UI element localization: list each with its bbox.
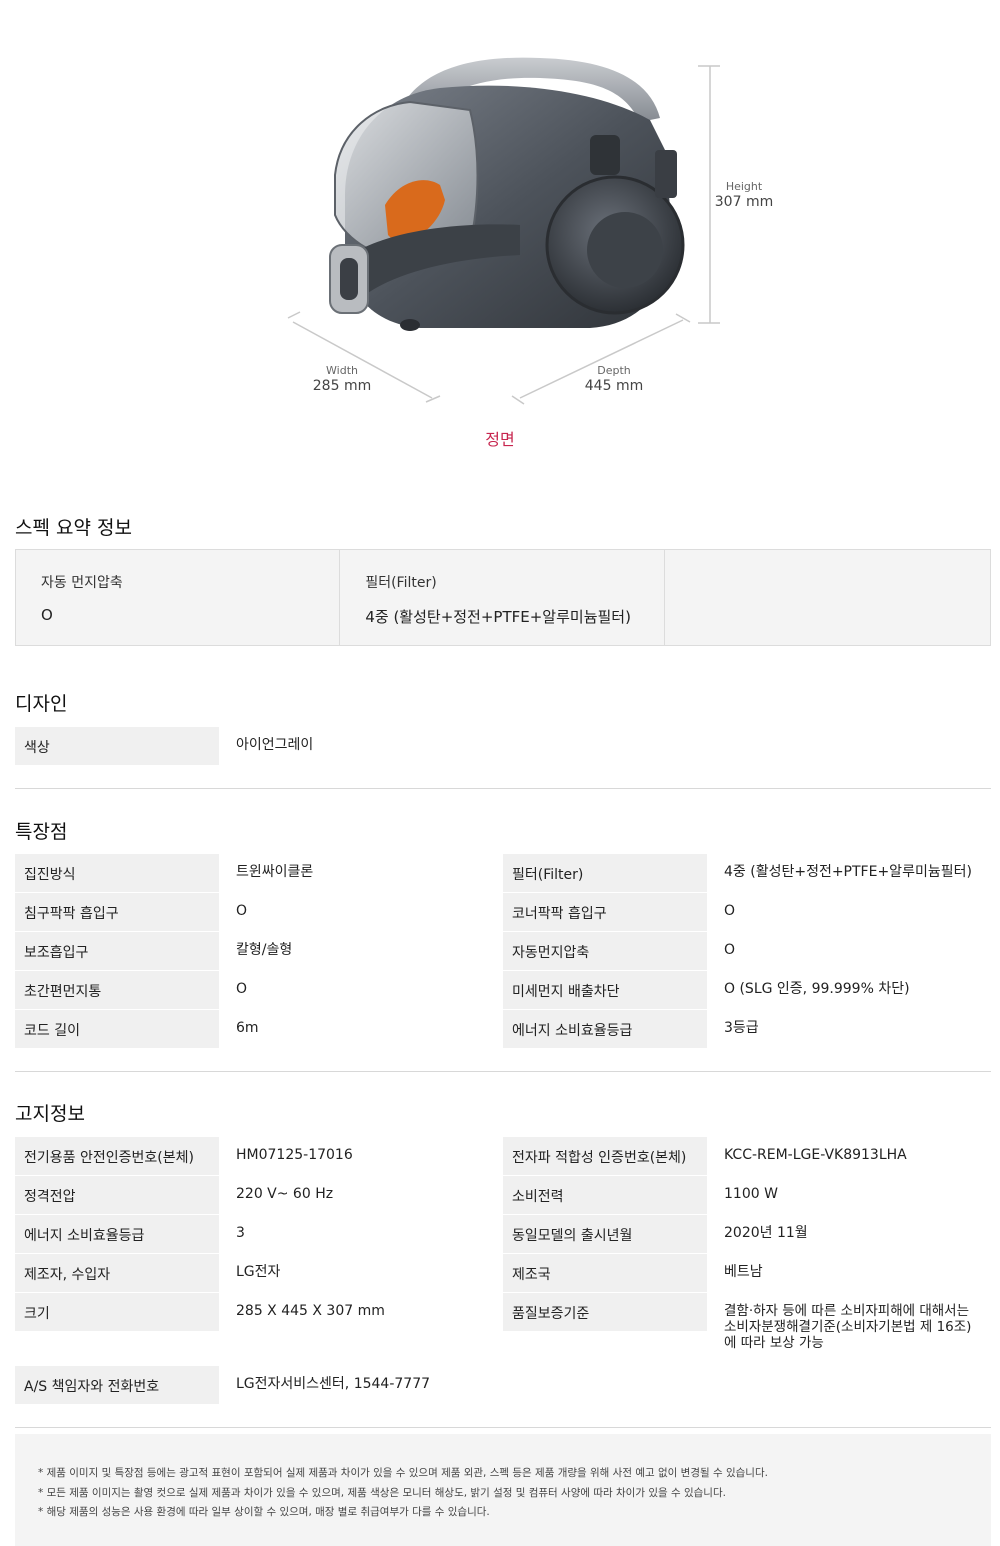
spec-label: 집진방식 xyxy=(15,854,219,892)
spec-label: 정격전압 xyxy=(15,1176,219,1214)
spec-row: 제조자, 수입자 LG전자 xyxy=(15,1254,502,1292)
spec-label: 제조자, 수입자 xyxy=(15,1254,219,1292)
spec-row: 코드 길이 6m xyxy=(15,1010,502,1048)
spec-value: 3 xyxy=(236,1225,245,1241)
spec-label: 자동먼지압축 xyxy=(503,932,707,970)
section-divider xyxy=(15,1071,991,1072)
section-divider xyxy=(15,788,991,789)
spec-row: 집진방식 트윈싸이클론 xyxy=(15,854,502,892)
spec-row: 미세먼지 배출차단 O (SLG 인증, 99.999% 차단) xyxy=(503,971,990,1009)
spec-value: O xyxy=(236,981,248,997)
spec-row: 제조국 베트남 xyxy=(503,1254,990,1292)
summary-value: O xyxy=(41,606,53,624)
product-figure: Height 307 mm Width 285 mm Depth 445 mm … xyxy=(0,0,1000,470)
spec-label: 품질보증기준 xyxy=(503,1293,707,1331)
width-label: Width 285 mm xyxy=(302,364,382,394)
spec-value: 칼형/솔형 xyxy=(236,942,293,958)
spec-value: 3등급 xyxy=(724,1020,759,1036)
summary-label: 필터(Filter) xyxy=(365,575,437,591)
disclaimer-box: 제품 이미지 및 특장점 등에는 광고적 표현이 포함되어 실제 제품과 차이가… xyxy=(15,1434,991,1546)
spec-value: LG전자 xyxy=(236,1264,281,1280)
spec-label: 색상 xyxy=(15,727,219,765)
spec-label: 보조흡입구 xyxy=(15,932,219,970)
spec-row: 에너지 소비효율등급 3등급 xyxy=(503,1010,990,1048)
view-label: 정면 xyxy=(485,430,515,449)
spec-row: 색상 아이언그레이 xyxy=(15,727,502,765)
summary-cell-empty xyxy=(665,550,990,645)
spec-value: 베트남 xyxy=(724,1264,763,1280)
spec-value: O xyxy=(236,903,248,919)
summary-value: 4중 (활성탄+정전+PTFE+알루미늄필터) xyxy=(365,608,631,626)
spec-value: 아이언그레이 xyxy=(236,737,314,753)
spec-row: 품질보증기준 결함·하자 등에 따른 소비자피해에 대해서는 소비자분쟁해결기준… xyxy=(503,1293,977,1355)
spec-value: O xyxy=(724,903,736,919)
depth-caption: Depth xyxy=(597,364,631,377)
spec-label: 에너지 소비효율등급 xyxy=(15,1215,219,1253)
spec-label: 코너팍팍 흡입구 xyxy=(503,893,707,931)
disclaimer-item: 제품 이미지 및 특장점 등에는 광고적 표현이 포함되어 실제 제품과 차이가… xyxy=(38,1464,991,1484)
disclaimer-item: 해당 제품의 성능은 사용 환경에 따라 일부 상이할 수 있으며, 매장 별로… xyxy=(38,1503,991,1523)
spec-value: LG전자서비스센터, 1544-7777 xyxy=(236,1376,431,1392)
spec-value: 220 V~ 60 Hz xyxy=(236,1186,334,1202)
height-label: Height 307 mm xyxy=(708,180,780,210)
width-caption: Width xyxy=(326,364,358,377)
design-title: 디자인 xyxy=(15,693,68,715)
spec-value: 결함·하자 등에 따른 소비자피해에 대해서는 소비자분쟁해결기준(소비자기본법… xyxy=(724,1303,972,1351)
section-divider xyxy=(15,1427,991,1428)
spec-label: 미세먼지 배출차단 xyxy=(503,971,707,1009)
spec-label: 제조국 xyxy=(503,1254,707,1292)
spec-row: 소비전력 1100 W xyxy=(503,1176,990,1214)
spec-row: 자동먼지압축 O xyxy=(503,932,990,970)
height-caption: Height xyxy=(725,180,763,193)
summary-cell: 필터(Filter) 4중 (활성탄+정전+PTFE+알루미늄필터) xyxy=(340,550,665,645)
spec-row: 전자파 적합성 인증번호(본체) KCC-REM-LGE-VK8913LHA xyxy=(503,1137,990,1175)
spec-value: O xyxy=(724,942,736,958)
spec-label: 에너지 소비효율등급 xyxy=(503,1010,707,1048)
spec-row: 침구팍팍 흡입구 O xyxy=(15,893,502,931)
spec-value: O (SLG 인증, 99.999% 차단) xyxy=(724,981,910,997)
notice-info-title: 고지정보 xyxy=(15,1103,85,1125)
spec-label: 소비전력 xyxy=(503,1176,707,1214)
spec-row: 보조흡입구 칼형/솔형 xyxy=(15,932,502,970)
summary-cell: 자동 먼지압축 O xyxy=(16,550,341,645)
spec-label: 동일모델의 출시년월 xyxy=(503,1215,707,1253)
spec-label: 전기용품 안전인증번호(본체) xyxy=(15,1137,219,1175)
spec-row: 초간편먼지통 O xyxy=(15,971,502,1009)
spec-label: 전자파 적합성 인증번호(본체) xyxy=(503,1137,707,1175)
spec-row: 코너팍팍 흡입구 O xyxy=(503,893,990,931)
spec-value: 4중 (활성탄+정전+PTFE+알루미늄필터) xyxy=(724,864,972,880)
spec-value: 285 X 445 X 307 mm xyxy=(236,1303,385,1319)
spec-label: 필터(Filter) xyxy=(503,854,707,892)
spec-label: 코드 길이 xyxy=(15,1010,219,1048)
spec-value: 1100 W xyxy=(724,1186,778,1202)
summary-box: 자동 먼지압축 O 필터(Filter) 4중 (활성탄+정전+PTFE+알루미… xyxy=(15,549,991,646)
spec-row: 정격전압 220 V~ 60 Hz xyxy=(15,1176,502,1214)
disclaimer-item: 모든 제품 이미지는 촬영 컷으로 실제 제품과 차이가 있을 수 있으며, 제… xyxy=(38,1484,991,1504)
summary-label: 자동 먼지압축 xyxy=(41,575,123,591)
features-title: 특장점 xyxy=(15,821,68,843)
spec-row: 크기 285 X 445 X 307 mm xyxy=(15,1293,502,1331)
height-value: 307 mm xyxy=(714,194,774,210)
spec-value: KCC-REM-LGE-VK8913LHA xyxy=(724,1147,907,1163)
spec-row: 필터(Filter) 4중 (활성탄+정전+PTFE+알루미늄필터) xyxy=(503,854,990,892)
spec-value: HM07125-17016 xyxy=(236,1147,353,1163)
spec-row: 에너지 소비효율등급 3 xyxy=(15,1215,502,1253)
spec-value: 2020년 11월 xyxy=(724,1225,808,1241)
spec-value: 트윈싸이클론 xyxy=(236,864,314,880)
depth-value: 445 mm xyxy=(584,378,644,394)
spec-row: 동일모델의 출시년월 2020년 11월 xyxy=(503,1215,990,1253)
width-value: 285 mm xyxy=(312,378,372,394)
spec-label: 크기 xyxy=(15,1293,219,1331)
spec-value: 6m xyxy=(236,1020,259,1036)
disclaimer-list: 제품 이미지 및 특장점 등에는 광고적 표현이 포함되어 실제 제품과 차이가… xyxy=(38,1464,991,1523)
summary-title: 스펙 요약 정보 xyxy=(15,517,132,539)
spec-label: 침구팍팍 흡입구 xyxy=(15,893,219,931)
spec-label: 초간편먼지통 xyxy=(15,971,219,1009)
depth-label: Depth 445 mm xyxy=(574,364,654,394)
spec-label: A/S 책임자와 전화번호 xyxy=(15,1366,219,1404)
vacuum-product-image xyxy=(287,57,720,405)
spec-row: A/S 책임자와 전화번호 LG전자서비스센터, 1544-7777 xyxy=(15,1366,619,1404)
spec-row: 전기용품 안전인증번호(본체) HM07125-17016 xyxy=(15,1137,502,1175)
